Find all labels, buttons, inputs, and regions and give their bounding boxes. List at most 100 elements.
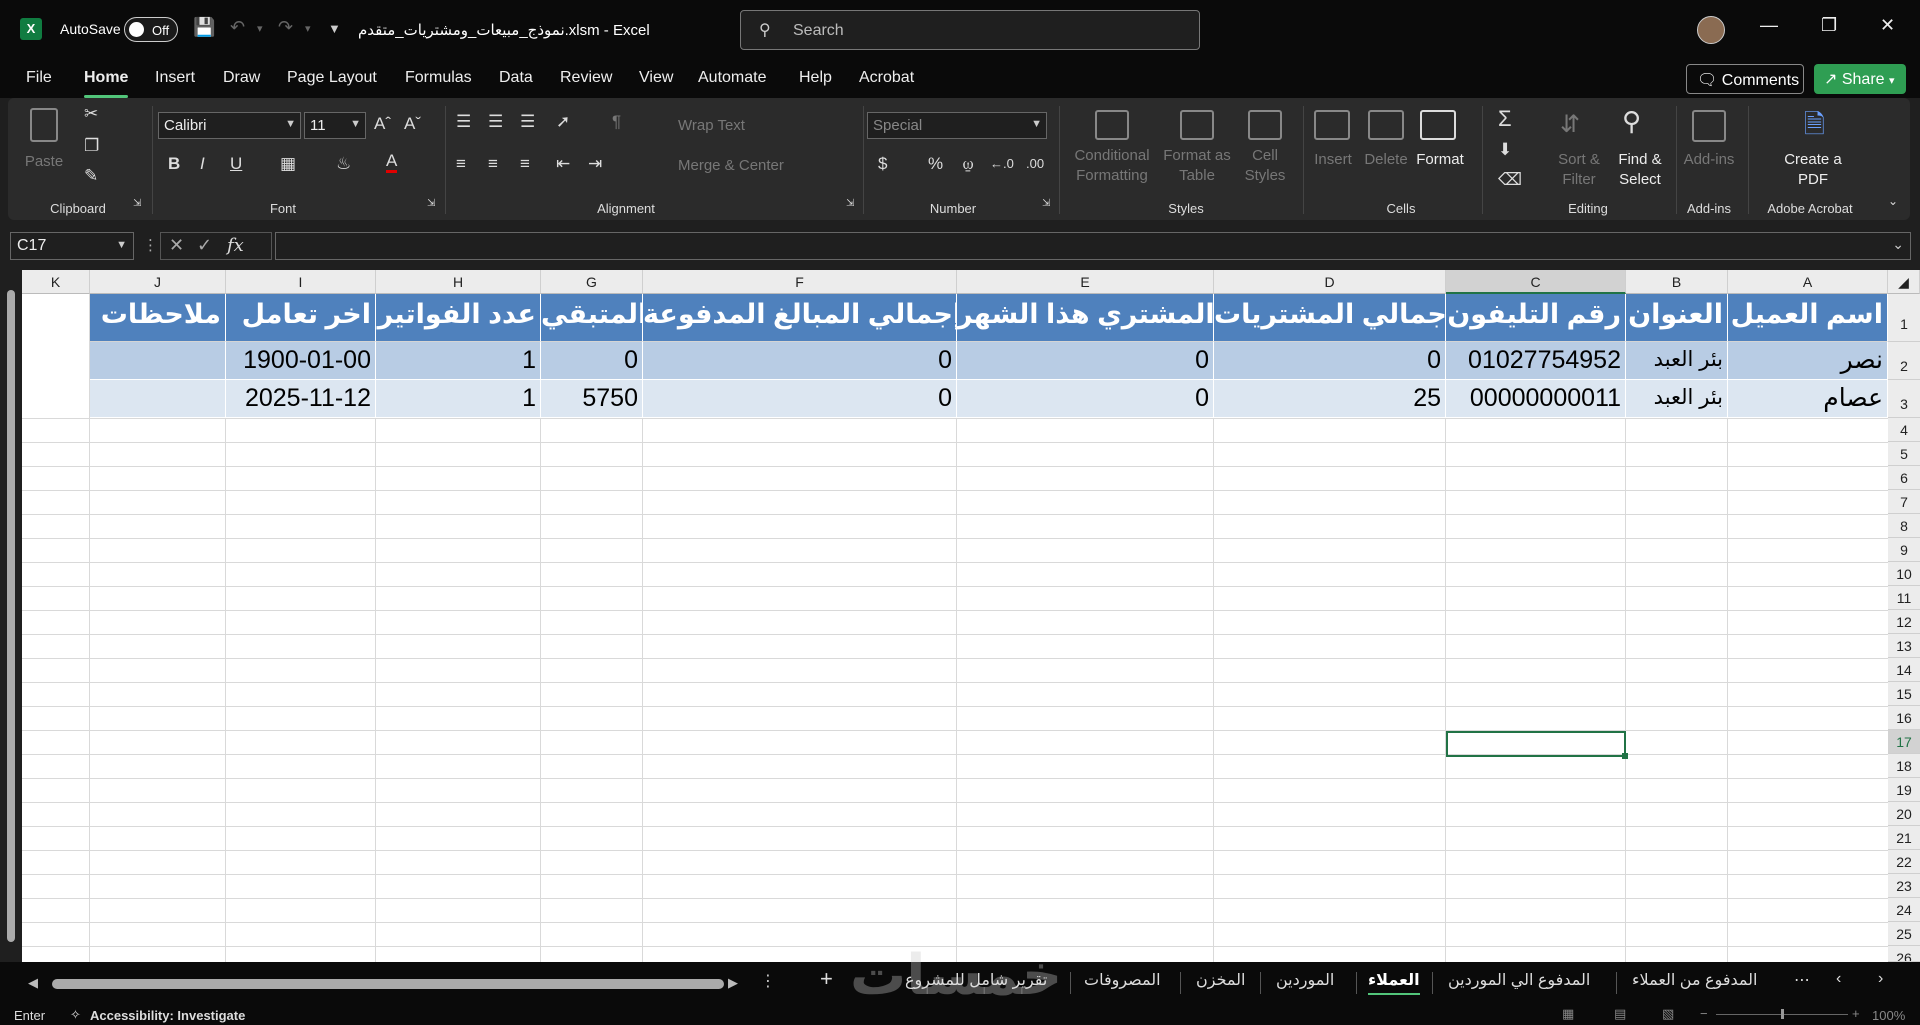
underline-icon[interactable]: U (230, 154, 242, 174)
align-top-icon[interactable]: ☰ (456, 112, 471, 132)
row-header[interactable]: 15 (1888, 682, 1920, 706)
row-header[interactable]: 10 (1888, 562, 1920, 586)
decrease-decimal-icon[interactable]: .00 (1026, 156, 1044, 171)
header-cell-last-transaction[interactable]: اخر تعامل (226, 294, 376, 342)
tab-review[interactable]: Review (560, 69, 612, 87)
redo-icon[interactable]: ↷ (278, 17, 293, 38)
align-middle-icon[interactable]: ☰ (488, 112, 503, 132)
align-bottom-icon[interactable]: ☰ (520, 112, 535, 132)
row-header[interactable]: 19 (1888, 778, 1920, 802)
sheet-tab[interactable]: المدفوع من العملاء (1632, 970, 1757, 990)
table-cell[interactable]: 00000000011 (1446, 380, 1626, 418)
merge-center-button[interactable]: Merge & Center (678, 156, 784, 176)
row-header[interactable]: 22 (1888, 850, 1920, 874)
tab-home[interactable]: Home (84, 69, 129, 98)
table-cell[interactable]: نصر (1728, 342, 1888, 380)
sheet-tab[interactable]: المصروفات (1084, 970, 1161, 990)
row-header[interactable]: 3 (1888, 380, 1920, 418)
page-break-view-icon[interactable]: ▧ (1662, 1006, 1674, 1022)
row-header[interactable]: 9 (1888, 538, 1920, 562)
text-direction-icon[interactable]: ¶ (612, 112, 621, 132)
tab-formulas[interactable]: Formulas (405, 69, 472, 87)
row-header[interactable]: 25 (1888, 922, 1920, 946)
autosave-toggle[interactable]: Off (124, 17, 178, 42)
column-header-b[interactable]: B (1626, 270, 1728, 294)
header-cell-customer-name[interactable]: اسم العميل (1728, 294, 1888, 342)
borders-icon[interactable]: ▦ (280, 154, 296, 174)
table-cell[interactable]: بئر العبد (1626, 380, 1728, 418)
search-box[interactable]: ⚲ Search (740, 10, 1200, 50)
normal-view-icon[interactable]: ▦ (1562, 1006, 1574, 1022)
decrease-indent-icon[interactable]: ⇤ (556, 154, 570, 174)
orientation-icon[interactable]: ➚ (556, 112, 570, 132)
column-header-f[interactable]: F (643, 270, 957, 294)
italic-icon[interactable]: I (200, 154, 205, 174)
minimize-icon[interactable]: — (1760, 15, 1778, 36)
sort-filter-button[interactable]: Sort & Filter (1552, 150, 1606, 190)
table-cell[interactable]: 1 (376, 380, 541, 418)
font-size-box[interactable]: 11 ▼ (304, 112, 366, 139)
column-header-j[interactable]: J (90, 270, 226, 294)
fill-handle[interactable] (1622, 753, 1628, 759)
decrease-font-icon[interactable]: Aˇ (404, 114, 421, 134)
format-as-table-button[interactable]: Format as Table (1160, 146, 1234, 186)
paste-button[interactable]: Paste (24, 152, 64, 172)
number-format-box[interactable]: Special ▼ (867, 112, 1047, 139)
table-cell[interactable]: عصام (1728, 380, 1888, 418)
table-cell[interactable]: 0 (643, 380, 957, 418)
zoom-out-icon[interactable]: − (1700, 1006, 1708, 1021)
find-select-button[interactable]: Find & Select (1612, 150, 1668, 190)
add-sheet-icon[interactable]: + (820, 966, 833, 992)
header-cell-phone[interactable]: رقم التليفون (1446, 294, 1626, 342)
table-cell[interactable]: 1900-01-00 (226, 342, 376, 380)
table-cell[interactable]: 0 (1214, 342, 1446, 380)
accessibility-status[interactable]: Accessibility: Investigate (90, 1008, 245, 1023)
format-painter-icon[interactable]: ✎ (84, 166, 98, 186)
scroll-right-icon[interactable]: ▶ (728, 975, 738, 991)
sheet-tab[interactable]: الموردين (1276, 970, 1334, 990)
row-header[interactable]: 18 (1888, 754, 1920, 778)
header-cell-address[interactable]: العنوان (1626, 294, 1728, 342)
vertical-scrollbar[interactable] (0, 270, 22, 962)
row-header[interactable]: 13 (1888, 634, 1920, 658)
formula-input[interactable]: ⌄ (275, 232, 1911, 260)
add-ins-button[interactable]: Add-ins (1680, 150, 1738, 170)
fill-color-icon[interactable]: ♨ (336, 154, 351, 174)
more-icon[interactable]: ⋮ (760, 971, 776, 991)
tab-view[interactable]: View (639, 69, 673, 87)
header-cell-notes[interactable]: ملاحظات (90, 294, 226, 342)
fill-icon[interactable]: ⬇ (1498, 140, 1512, 160)
format-cells-button[interactable]: Format (1412, 150, 1468, 170)
tab-help[interactable]: Help (799, 69, 832, 87)
page-layout-view-icon[interactable]: ▤ (1614, 1006, 1626, 1022)
prev-sheet-icon[interactable]: ‹ (1836, 970, 1841, 988)
tab-automate[interactable]: Automate (698, 69, 766, 87)
row-header[interactable]: 14 (1888, 658, 1920, 682)
column-header-e[interactable]: E (957, 270, 1214, 294)
column-header-a[interactable]: A (1728, 270, 1888, 294)
tab-draw[interactable]: Draw (223, 69, 260, 87)
align-right-icon[interactable]: ≡ (520, 154, 530, 174)
column-header-g[interactable]: G (541, 270, 643, 294)
row-header[interactable]: 5 (1888, 442, 1920, 466)
row-header[interactable]: 23 (1888, 874, 1920, 898)
more-sheets-icon[interactable]: ⋯ (1794, 970, 1810, 990)
tab-data[interactable]: Data (499, 69, 533, 87)
next-sheet-icon[interactable]: › (1878, 970, 1883, 988)
clear-icon[interactable]: ⌫ (1498, 170, 1522, 190)
delete-cells-button[interactable]: Delete (1360, 150, 1412, 170)
clipboard-launcher-icon[interactable]: ⇲ (133, 198, 141, 209)
row-header[interactable]: 17 (1888, 730, 1920, 754)
enter-icon[interactable]: ✓ (197, 235, 212, 256)
active-cell-selection[interactable] (1446, 731, 1628, 759)
horizontal-scrollbar[interactable] (52, 979, 724, 989)
increase-font-icon[interactable]: Aˆ (374, 114, 391, 134)
sheet-tab[interactable]: المخزن (1196, 970, 1245, 990)
redo-dropdown-icon[interactable]: ▾ (305, 22, 311, 35)
comments-button[interactable]: 🗨 Comments (1686, 64, 1804, 94)
collapse-ribbon-icon[interactable]: ⌄ (1888, 194, 1898, 208)
header-cell-remaining[interactable]: المتبقي (541, 294, 643, 342)
table-cell[interactable]: 0 (957, 342, 1214, 380)
currency-icon[interactable]: $ (878, 154, 887, 174)
font-color-icon[interactable]: A (386, 152, 398, 173)
